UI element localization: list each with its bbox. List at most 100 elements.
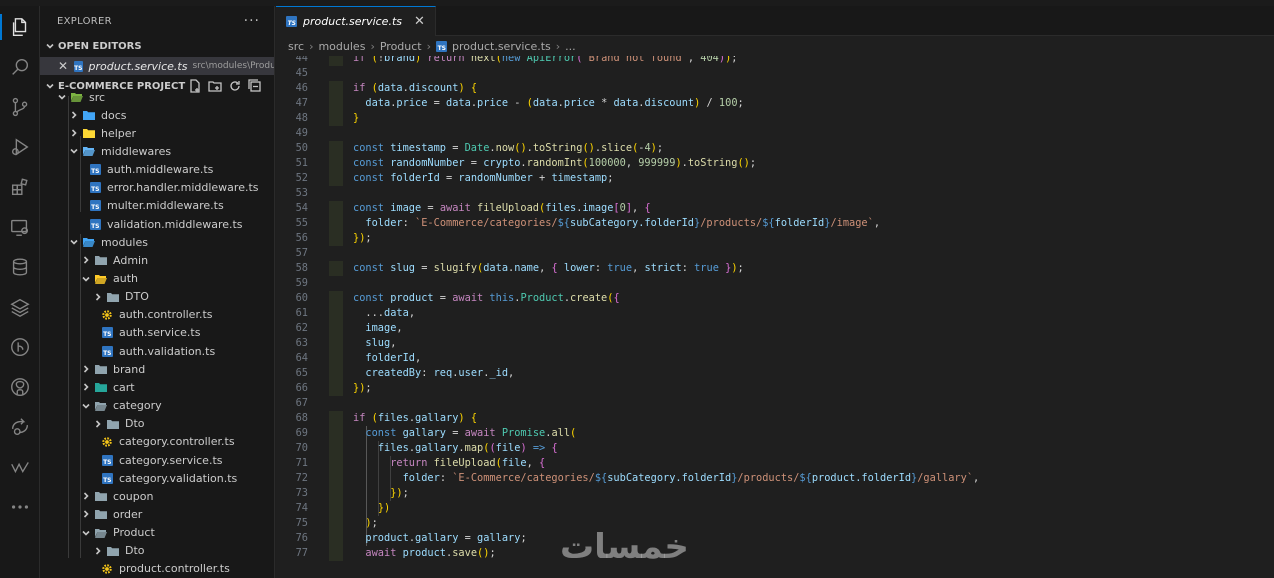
folder-row[interactable]: Admin	[40, 251, 274, 269]
code-editor[interactable]: 44 if (!brand) return next(new ApiError("…	[276, 56, 1274, 578]
code-line[interactable]: 63 slug,	[276, 336, 1274, 351]
chevron-right-icon	[92, 418, 104, 430]
code-line[interactable]: 66});	[276, 381, 1274, 396]
remote-explorer-icon[interactable]	[0, 210, 40, 244]
file-row[interactable]: auth.controller.ts	[40, 306, 274, 324]
breadcrumb-product[interactable]: Product	[380, 40, 422, 53]
code-line[interactable]: 72 folder: `E-Commerce/categories/${subC…	[276, 471, 1274, 486]
folder-row[interactable]: src	[40, 88, 274, 106]
file-row[interactable]: product.controller.ts	[40, 560, 274, 578]
explorer-more-actions-button[interactable]: ···	[244, 13, 260, 29]
layers-icon[interactable]	[0, 290, 40, 324]
code-line[interactable]: 69 const gallary = await Promise.all(	[276, 426, 1274, 441]
folder-row[interactable]: helper	[40, 124, 274, 142]
files-icon[interactable]	[0, 10, 40, 44]
close-icon[interactable]: ✕	[414, 14, 425, 29]
line-number: 74	[295, 502, 308, 514]
code-line[interactable]: 46 if (data.discount) {	[276, 81, 1274, 96]
folder-row[interactable]: order	[40, 505, 274, 523]
code-line[interactable]: 77 await product.save();	[276, 546, 1274, 561]
tree-item-label: modules	[101, 235, 148, 249]
folder-row[interactable]: middlewares	[40, 142, 274, 160]
code-line[interactable]: 50 const timestamp = Date.now().toString(…	[276, 141, 1274, 156]
folder-row[interactable]: category	[40, 397, 274, 415]
chevron-right-icon	[80, 508, 92, 520]
database-icon[interactable]	[0, 250, 40, 284]
code-line[interactable]: 68 if (files.gallary) {	[276, 411, 1274, 426]
code-line[interactable]: 48}	[276, 111, 1274, 126]
folder-row[interactable]: Dto	[40, 415, 274, 433]
code-line[interactable]: 45	[276, 66, 1274, 81]
wakatime-icon[interactable]	[0, 450, 40, 484]
search-icon[interactable]	[0, 50, 40, 84]
file-row[interactable]: category.controller.ts	[40, 433, 274, 451]
code-line[interactable]: 76 product.gallary = gallary;	[276, 531, 1274, 546]
live-share-icon[interactable]	[0, 410, 40, 444]
extensions-icon[interactable]	[0, 170, 40, 204]
file-row[interactable]: TS auth.validation.ts	[40, 342, 274, 360]
code-line[interactable]: 61 ...data,	[276, 306, 1274, 321]
typescript-file-icon: TS	[286, 16, 297, 27]
code-line[interactable]: 54 const image = await fileUpload(files.i…	[276, 201, 1274, 216]
folder-row[interactable]: docs	[40, 106, 274, 124]
folder-row[interactable]: cart	[40, 378, 274, 396]
breadcrumb-src[interactable]: src	[288, 40, 304, 53]
github-icon[interactable]	[0, 370, 40, 404]
folder-row[interactable]: Dto	[40, 542, 274, 560]
code-line[interactable]: 71 return fileUpload(file, {	[276, 456, 1274, 471]
breadcrumb-symbols[interactable]: ...	[565, 40, 576, 53]
file-row[interactable]: TS multer.middleware.ts	[40, 197, 274, 215]
chevron-right-icon	[80, 381, 92, 393]
file-row[interactable]: TS auth.service.ts	[40, 324, 274, 342]
code-line[interactable]: 51 const randomNumber = crypto.randomInt(…	[276, 156, 1274, 171]
breadcrumb-modules[interactable]: modules	[318, 40, 365, 53]
code-line[interactable]: 57	[276, 246, 1274, 261]
file-row[interactable]: TS auth.middleware.ts	[40, 161, 274, 179]
code-line[interactable]: 64 folderId,	[276, 351, 1274, 366]
folder-row[interactable]: brand	[40, 360, 274, 378]
code-line[interactable]: 47 data.price = data.price - (data.price…	[276, 96, 1274, 111]
folder-row[interactable]: coupon	[40, 487, 274, 505]
indent-guide	[68, 96, 69, 558]
code-line[interactable]: 53	[276, 186, 1274, 201]
git-graph-icon[interactable]	[0, 330, 40, 364]
tab-product-service[interactable]: TS product.service.ts ✕	[276, 6, 436, 36]
code-line[interactable]: 58 const slug = slugify(data.name, { lowe…	[276, 261, 1274, 276]
folder-row[interactable]: Product	[40, 524, 274, 542]
file-row[interactable]: TS category.service.ts	[40, 451, 274, 469]
code-line[interactable]: 75 );	[276, 516, 1274, 531]
code-line[interactable]: 70 files.gallary.map((file) => {	[276, 441, 1274, 456]
more-icon[interactable]	[0, 490, 40, 524]
folder-open-icon	[82, 236, 96, 248]
code-line[interactable]: 74 })	[276, 501, 1274, 516]
file-row[interactable]: TS validation.middleware.ts	[40, 215, 274, 233]
folder-row[interactable]: DTO	[40, 288, 274, 306]
run-debug-icon[interactable]	[0, 130, 40, 164]
file-row[interactable]: TS error.handler.middleware.ts	[40, 179, 274, 197]
folder-row[interactable]: modules	[40, 233, 274, 251]
folder-row[interactable]: auth	[40, 270, 274, 288]
code-line[interactable]: 52 const folderId = randomNumber + timest…	[276, 171, 1274, 186]
code-text: }	[353, 112, 360, 124]
chevron-down-icon	[68, 236, 80, 248]
code-line[interactable]: 59	[276, 276, 1274, 291]
close-icon[interactable]: ✕	[58, 59, 68, 73]
typescript-file-icon: TS	[88, 182, 102, 194]
code-line[interactable]: 60 const product = await this.Product.cre…	[276, 291, 1274, 306]
open-editor-item[interactable]: ✕ TS product.service.ts src\modules\Prod…	[40, 57, 274, 75]
code-line[interactable]: 49	[276, 126, 1274, 141]
code-line[interactable]: 73 });	[276, 486, 1274, 501]
code-text: const folderId = randomNumber + timestam…	[353, 172, 614, 184]
code-line[interactable]: 62 image,	[276, 321, 1274, 336]
code-line[interactable]: 67	[276, 396, 1274, 411]
code-line[interactable]: 65 createdBy: req.user._id,	[276, 366, 1274, 381]
chevron-down-icon	[44, 40, 56, 52]
code-line[interactable]: 55 folder: `E-Commerce/categories/${subC…	[276, 216, 1274, 231]
code-text: files.gallary.map((file) => {	[377, 442, 558, 454]
code-line[interactable]: 56});	[276, 231, 1274, 246]
breadcrumb-file[interactable]: product.service.ts	[452, 40, 551, 53]
source-control-icon[interactable]	[0, 90, 40, 124]
open-editors-header[interactable]: OPEN EDITORS	[40, 36, 274, 56]
file-row[interactable]: TS category.validation.ts	[40, 469, 274, 487]
code-line[interactable]: 44 if (!brand) return next(new ApiError("…	[276, 56, 1274, 66]
